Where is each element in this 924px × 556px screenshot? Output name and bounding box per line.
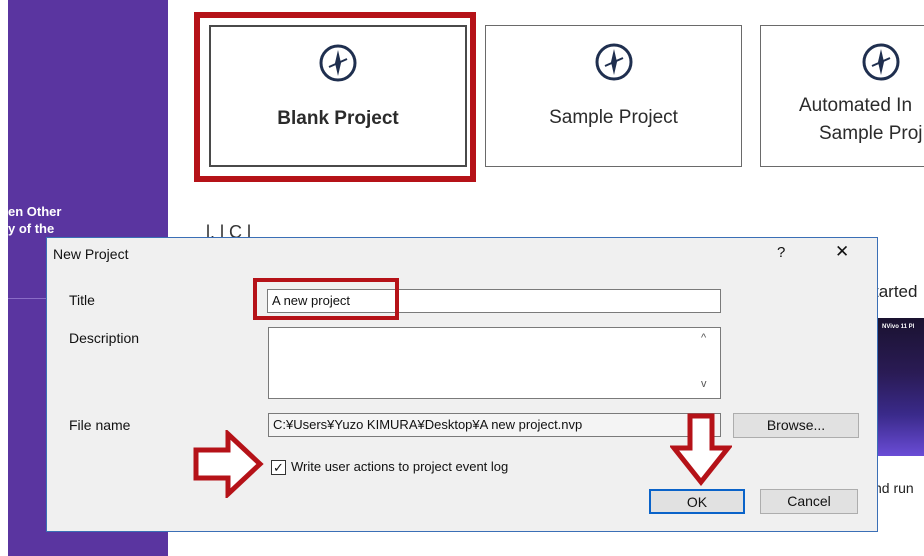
sample-project-label: Sample Project <box>549 107 678 128</box>
thumbnail-caption: NVivo 11 Pl <box>882 324 915 330</box>
dialog-titlebar[interactable]: New Project ? ✕ <box>47 238 877 272</box>
sample-project-card[interactable]: Sample Project <box>485 25 742 167</box>
automated-insights-label-line2: Sample Proj <box>819 123 923 144</box>
dialog-title: New Project <box>53 246 129 262</box>
red-right-arrow-icon <box>193 430 264 498</box>
filename-label: File name <box>69 417 131 433</box>
log-checkbox-label: Write user actions to project event log <box>291 459 509 474</box>
red-down-arrow-icon <box>670 413 732 486</box>
filename-input[interactable]: C:¥Users¥Yuzo KIMURA¥Desktop¥A new proje… <box>268 413 721 437</box>
scroll-up-icon[interactable]: ^ <box>701 332 871 344</box>
title-highlight <box>253 278 399 320</box>
automated-insights-card[interactable]: Automated In Sample Proj <box>760 25 924 167</box>
getting-started-heading-partial: tarted <box>874 282 918 301</box>
new-project-dialog: New Project ? ✕ Title A new project Desc… <box>46 237 878 532</box>
description-input[interactable] <box>268 327 721 399</box>
automated-insights-label-line1: Automated In <box>799 95 913 116</box>
help-button[interactable]: ? <box>777 244 785 261</box>
browse-button[interactable]: Browse... <box>733 413 859 438</box>
cancel-button[interactable]: Cancel <box>760 489 858 514</box>
log-checkbox[interactable]: ✓ <box>271 460 286 475</box>
nvivo-compass-icon <box>595 43 632 81</box>
description-label: Description <box>69 330 140 346</box>
ok-button[interactable]: OK <box>649 489 745 514</box>
close-icon[interactable]: ✕ <box>835 242 849 262</box>
title-label: Title <box>69 292 95 308</box>
scroll-down-icon[interactable]: v <box>701 378 871 390</box>
sidebar-text-recent: y of the <box>8 221 55 236</box>
video-caption-partial: nd run <box>874 480 914 496</box>
sidebar-text-open-other[interactable]: en Other <box>8 204 61 219</box>
nvivo-compass-icon <box>862 43 900 81</box>
video-thumbnail[interactable]: NVivo 11 Pl <box>878 318 924 456</box>
blank-project-highlight <box>194 12 476 182</box>
